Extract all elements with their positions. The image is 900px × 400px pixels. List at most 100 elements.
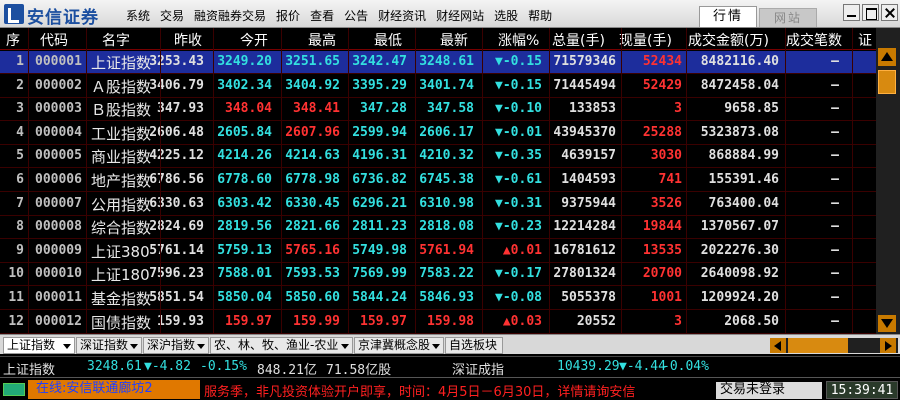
menu-system[interactable]: 系统 <box>126 7 150 24</box>
table-row[interactable]: 8 000008 综合指数 2824.69 2819.56 2821.66 2811.23 2… <box>0 216 876 240</box>
cell-open: 3402.34 <box>217 77 272 93</box>
tab-watchlist[interactable]: 自选板块 <box>445 337 503 354</box>
menu-stock-picker[interactable]: 选股 <box>494 7 518 24</box>
table-row[interactable]: 4 000004 工业指数 2606.48 2605.84 2607.96 2599.94 2… <box>0 122 876 145</box>
main-menu: 系统 交易 融资融券交易 报价 查看 公告 财经资讯 财经网站 选股 帮助 <box>126 7 562 24</box>
trade-login-status[interactable]: 交易未登录 <box>716 382 822 399</box>
cell-prev-close: 4225.12 <box>149 148 204 164</box>
cell-prev-close: 3406.79 <box>149 77 204 93</box>
menu-margin-trade[interactable]: 融资融券交易 <box>194 7 266 24</box>
menu-trade[interactable]: 交易 <box>160 7 184 24</box>
table-row[interactable]: 10 000010 上证180 7596.23 7588.01 7593.53 7569.9… <box>0 263 876 287</box>
col-high[interactable]: 最高 <box>308 30 336 50</box>
cell-current-volume: 25288 <box>642 124 682 140</box>
col-name[interactable]: 名字 <box>102 30 130 50</box>
cell-code: 000003 <box>35 101 82 117</box>
scroll-down-icon[interactable] <box>878 315 896 332</box>
tab-jingjinji[interactable]: 京津冀概念股 <box>354 337 444 354</box>
tab-sh-index[interactable]: 上证指数 <box>3 337 75 354</box>
cell-last: 2818.08 <box>419 219 474 235</box>
grid-line <box>482 28 483 334</box>
menu-quote[interactable]: 报价 <box>276 7 300 24</box>
cell-change-pct: ▼-0.35 <box>495 148 542 164</box>
grid-line <box>415 28 416 334</box>
cell-last: 5761.94 <box>419 242 474 258</box>
scroll-up-icon[interactable] <box>878 48 896 66</box>
col-code[interactable]: 代码 <box>40 30 68 50</box>
table-row[interactable]: 2 000002 Ａ股指数 3406.79 3402.34 3404.92 3395.29 3… <box>0 75 876 98</box>
cell-last: 347.58 <box>427 101 474 117</box>
scroll-left-icon[interactable] <box>770 338 786 353</box>
table-row[interactable]: 9 000009 上证380 5761.14 5759.13 5765.16 5749.98… <box>0 240 876 263</box>
cell-trade-count: — <box>831 242 839 258</box>
col-seq[interactable]: 序 <box>6 30 20 50</box>
cell-prev-close: 2606.48 <box>149 124 204 140</box>
close-icon[interactable] <box>881 4 898 21</box>
cell-high: 6330.45 <box>285 195 340 211</box>
col-last[interactable]: 最新 <box>440 30 468 50</box>
tab-agriculture[interactable]: 农、林、牧、渔业-农业 <box>210 337 353 354</box>
col-current-volume[interactable]: 现量(手) <box>619 30 672 50</box>
clock: 15:39:41 <box>826 381 898 399</box>
col-total-volume[interactable]: 总量(手) <box>552 30 605 50</box>
menu-view[interactable]: 查看 <box>310 7 334 24</box>
table-row[interactable]: 12 000012 国债指数 159.93 159.97 159.99 159.97 159.… <box>0 311 876 334</box>
cell-change-pct: ▼-0.15 <box>495 77 542 93</box>
tab-sz-index[interactable]: 深证指数 <box>76 337 142 354</box>
col-low[interactable]: 最低 <box>374 30 402 50</box>
col-change-pct[interactable]: 涨幅% <box>498 30 539 50</box>
table-row[interactable]: 1 000001 上证指数 3253.43 3249.20 3251.65 3242.47 3… <box>0 51 876 74</box>
col-prev-close[interactable]: 昨收 <box>174 30 202 50</box>
hscroll-thumb[interactable] <box>788 338 848 353</box>
tab-quotes[interactable]: 行情 <box>699 6 757 27</box>
cell-code: 000007 <box>35 195 82 211</box>
maximize-icon[interactable] <box>862 4 879 21</box>
cell-turnover: 155391.46 <box>708 172 779 187</box>
tab-shsz-index[interactable]: 深沪指数 <box>143 337 209 354</box>
scroll-thumb[interactable] <box>878 70 896 94</box>
cell-total-volume: 4639157 <box>561 148 616 164</box>
sh-index-amount: 848.21亿 <box>257 363 317 378</box>
cell-code: 000004 <box>35 124 82 140</box>
cell-low: 5844.24 <box>352 290 407 305</box>
table-row[interactable]: 3 000003 Ｂ股指数 347.93 348.04 348.41 347.28 347.5… <box>0 98 876 122</box>
table-row[interactable]: 5 000005 商业指数 4225.12 4214.26 4214.63 4196.31 4… <box>0 145 876 169</box>
table-row[interactable]: 11 000011 基金指数 5851.54 5850.04 5850.60 5844.24… <box>0 287 876 310</box>
minimize-icon[interactable] <box>843 4 860 21</box>
menu-announcement[interactable]: 公告 <box>344 7 368 24</box>
cell-change-pct: ▼-0.61 <box>495 172 542 187</box>
scroll-right-icon[interactable] <box>880 338 896 353</box>
menu-help[interactable]: 帮助 <box>528 7 552 24</box>
cell-open: 348.04 <box>225 101 272 117</box>
vertical-scrollbar[interactable] <box>876 28 900 334</box>
col-turnover[interactable]: 成交金额(万) <box>688 30 769 50</box>
menu-finance-news[interactable]: 财经资讯 <box>378 7 426 24</box>
sz-index-value: 10439.29 <box>557 359 620 374</box>
cell-change-pct: ▼-0.01 <box>495 124 542 140</box>
grid-line <box>28 28 29 334</box>
col-more[interactable]: 证 <box>858 30 872 50</box>
menu-finance-sites[interactable]: 财经网站 <box>436 7 484 24</box>
horizontal-scrollbar[interactable] <box>770 338 898 353</box>
connection-icon[interactable] <box>3 383 25 396</box>
cell-seq: 7 <box>16 195 24 211</box>
sh-index-label[interactable]: 上证指数 <box>3 359 55 378</box>
sz-index-label[interactable]: 深证成指 <box>452 359 504 378</box>
cell-seq: 8 <box>16 219 24 235</box>
cell-total-volume: 5055378 <box>561 290 616 305</box>
tab-website[interactable]: 网站 <box>759 8 817 27</box>
cell-last: 7583.22 <box>419 266 474 282</box>
cell-seq: 3 <box>16 101 24 117</box>
cell-low: 7569.99 <box>352 266 407 282</box>
table-row[interactable]: 6 000006 地产指数 6786.56 6778.60 6778.98 6736.82 6… <box>0 169 876 192</box>
cell-low: 2599.94 <box>352 124 407 140</box>
cell-trade-count: — <box>831 54 839 69</box>
table-row[interactable]: 7 000007 公用指数 6330.63 6303.42 6330.45 6296.21 6… <box>0 193 876 216</box>
cell-seq: 10 <box>8 266 24 282</box>
news-ticker[interactable]: 服务季，非凡投资体验开户即享，时间：4月5日－6月30日，详情请询安信 <box>204 381 714 400</box>
col-trade-count[interactable]: 成交笔数 <box>786 30 842 50</box>
col-open[interactable]: 今开 <box>240 30 268 50</box>
cell-open: 159.97 <box>225 313 272 329</box>
online-server[interactable]: 在线:安信联通廊坊2 <box>28 380 200 399</box>
cell-current-volume: 3 <box>674 313 682 329</box>
